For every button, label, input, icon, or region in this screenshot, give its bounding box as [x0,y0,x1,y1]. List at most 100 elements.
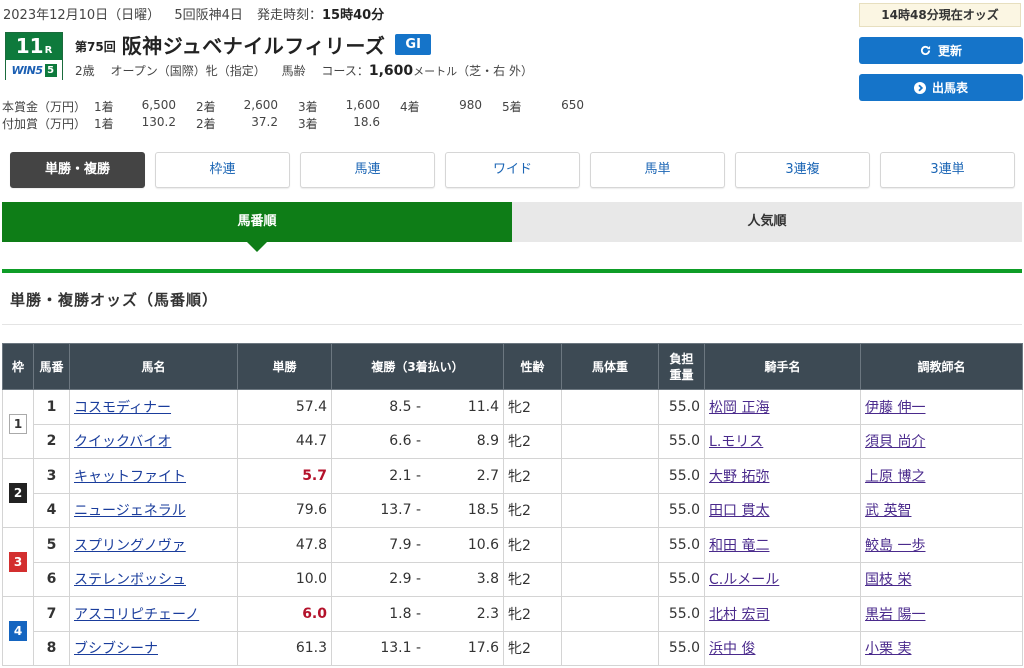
jockey-link[interactable]: 大野 拓弥 [709,469,769,485]
jockey-link[interactable]: 松岡 正海 [709,400,769,416]
tab-trio[interactable]: 3連複 [735,152,870,188]
horse-name-cell: ステレンボッシュ [69,561,238,597]
horse-name-link[interactable]: ニュージェネラル [74,503,186,519]
bet-type-tabs: 単勝・複勝 枠連 馬連 ワイド 馬単 3連複 3連単 [10,152,1015,188]
trainer-link[interactable]: 武 英智 [865,503,911,519]
body-weight [561,492,660,528]
carried-weight: 55.0 [658,389,706,425]
refresh-icon [920,45,932,57]
trainer-link[interactable]: 黒岩 陽一 [865,607,925,623]
tab-exacta[interactable]: 馬単 [590,152,725,188]
trainer-link[interactable]: 上原 博之 [865,469,925,485]
place-odds-min: 13.1 [331,630,414,666]
sort-by-number[interactable]: 馬番順 [2,202,512,252]
jockey-cell: C.ルメール [704,561,862,597]
jockey-link[interactable]: 北村 宏司 [709,607,769,623]
sort-by-popularity[interactable]: 人気順 [512,202,1022,242]
win-odds: 79.6 [237,492,332,528]
trainer-cell: 須貝 尚介 [860,423,1024,459]
refresh-button[interactable]: 更新 [859,37,1023,64]
jockey-link[interactable]: 浜中 俊 [709,641,755,657]
place-odds-max: 10.6 [423,527,505,563]
horse-name-link[interactable]: ブシブシーナ [74,641,158,657]
race-number-badge: 11R WIN5 5 [5,32,63,80]
col-win: 単勝 [237,343,332,390]
place-odds-max: 18.5 [423,492,505,528]
jockey-cell: 松岡 正海 [704,389,862,425]
race-surface: （芝・右 外） [457,64,533,78]
body-weight [561,561,660,597]
horse-number: 1 [33,389,70,425]
sex-age: 牝2 [503,630,563,666]
trainer-link[interactable]: 伊藤 伸一 [865,400,925,416]
place-odds-max: 3.8 [423,561,505,597]
win5-badge: WIN5 5 [6,60,62,80]
sort-toggle: 馬番順 人気順 [2,202,1022,252]
race-name: 阪神ジュベナイルフィリーズ [121,34,386,58]
trainer-cell: 伊藤 伸一 [860,389,1024,425]
prize-pos: 4着 [400,100,420,114]
horse-name-link[interactable]: ステレンボッシュ [74,572,186,588]
trainer-link[interactable]: 小栗 実 [865,641,911,657]
prize-pos: 2着 [196,117,216,131]
sex-age: 牝2 [503,389,563,425]
col-trainer: 調教師名 [860,343,1024,390]
carried-weight: 55.0 [658,630,706,666]
tab-bracket-quinella[interactable]: 枠連 [155,152,290,188]
jockey-cell: 北村 宏司 [704,596,862,632]
tab-quinella[interactable]: 馬連 [300,152,435,188]
waku-cell: 2 [2,458,34,528]
tab-win-place[interactable]: 単勝・複勝 [10,152,145,188]
grade-badge: GI [395,34,431,55]
jockey-link[interactable]: 和田 竜二 [709,538,769,554]
place-odds-max: 2.7 [423,458,505,494]
place-odds-max: 11.4 [423,389,505,425]
place-odds-min: 7.9 [331,527,414,563]
trainer-link[interactable]: 須貝 尚介 [865,434,925,450]
waku-badge: 1 [9,414,27,434]
distance-unit: メートル [413,65,458,78]
win-odds: 57.4 [237,389,332,425]
trainer-cell: 鮫島 一歩 [860,527,1024,563]
col-carried-weight: 負担 重量 [658,343,706,390]
jockey-link[interactable]: 田口 貫太 [709,503,769,519]
body-weight [561,458,660,494]
place-odds-max: 8.9 [423,423,505,459]
entries-label: 出馬表 [931,81,968,95]
horse-name-link[interactable]: スプリングノヴァ [74,538,186,554]
prize-amount: 650 [561,98,584,112]
place-odds-separator: - [413,596,424,632]
horse-name-cell: キャットファイト [69,458,238,494]
body-weight [561,423,660,459]
horse-name-link[interactable]: コスモディナー [74,400,171,416]
horse-name-cell: ブシブシーナ [69,630,238,666]
body-weight [561,630,660,666]
horse-name-link[interactable]: アスコリピチェーノ [74,607,199,623]
trainer-link[interactable]: 国枝 栄 [865,572,911,588]
carried-weight: 55.0 [658,596,706,632]
waku-cell: 1 [2,389,34,459]
tab-trifecta[interactable]: 3連単 [880,152,1015,188]
horse-number: 8 [33,630,70,666]
jockey-link[interactable]: L.モリス [709,434,763,450]
horse-name-cell: コスモディナー [69,389,238,425]
carried-weight: 55.0 [658,423,706,459]
body-weight [561,596,660,632]
jockey-link[interactable]: C.ルメール [709,572,779,588]
table-header-row: 枠 馬番 馬名 単勝 複勝（3着払い） 性齢 馬体重 負担 重量 騎手名 調教師名 [2,343,1024,390]
entries-button[interactable]: 出馬表 [859,74,1023,101]
odds-table: 枠 馬番 馬名 単勝 複勝（3着払い） 性齢 馬体重 負担 重量 騎手名 調教師名… [2,343,1024,666]
race-weight-rule: 馬齢 [281,64,306,78]
horse-name-cell: スプリングノヴァ [69,527,238,563]
win-odds: 44.7 [237,423,332,459]
tab-wide[interactable]: ワイド [445,152,580,188]
win-odds: 5.7 [237,458,332,494]
trainer-link[interactable]: 鮫島 一歩 [865,538,925,554]
horse-name-link[interactable]: キャットファイト [74,469,186,485]
race-edition: 第75回 [75,40,116,54]
place-odds-separator: - [413,492,424,528]
horse-name-link[interactable]: クイックバイオ [74,434,171,450]
place-odds-max: 17.6 [423,630,505,666]
start-time: 15時40分 [322,8,385,23]
table-row: 4 ニュージェネラル 79.6 13.7-18.5 牝2 55.0 田口 貫太 武 英智 [3,492,1024,528]
